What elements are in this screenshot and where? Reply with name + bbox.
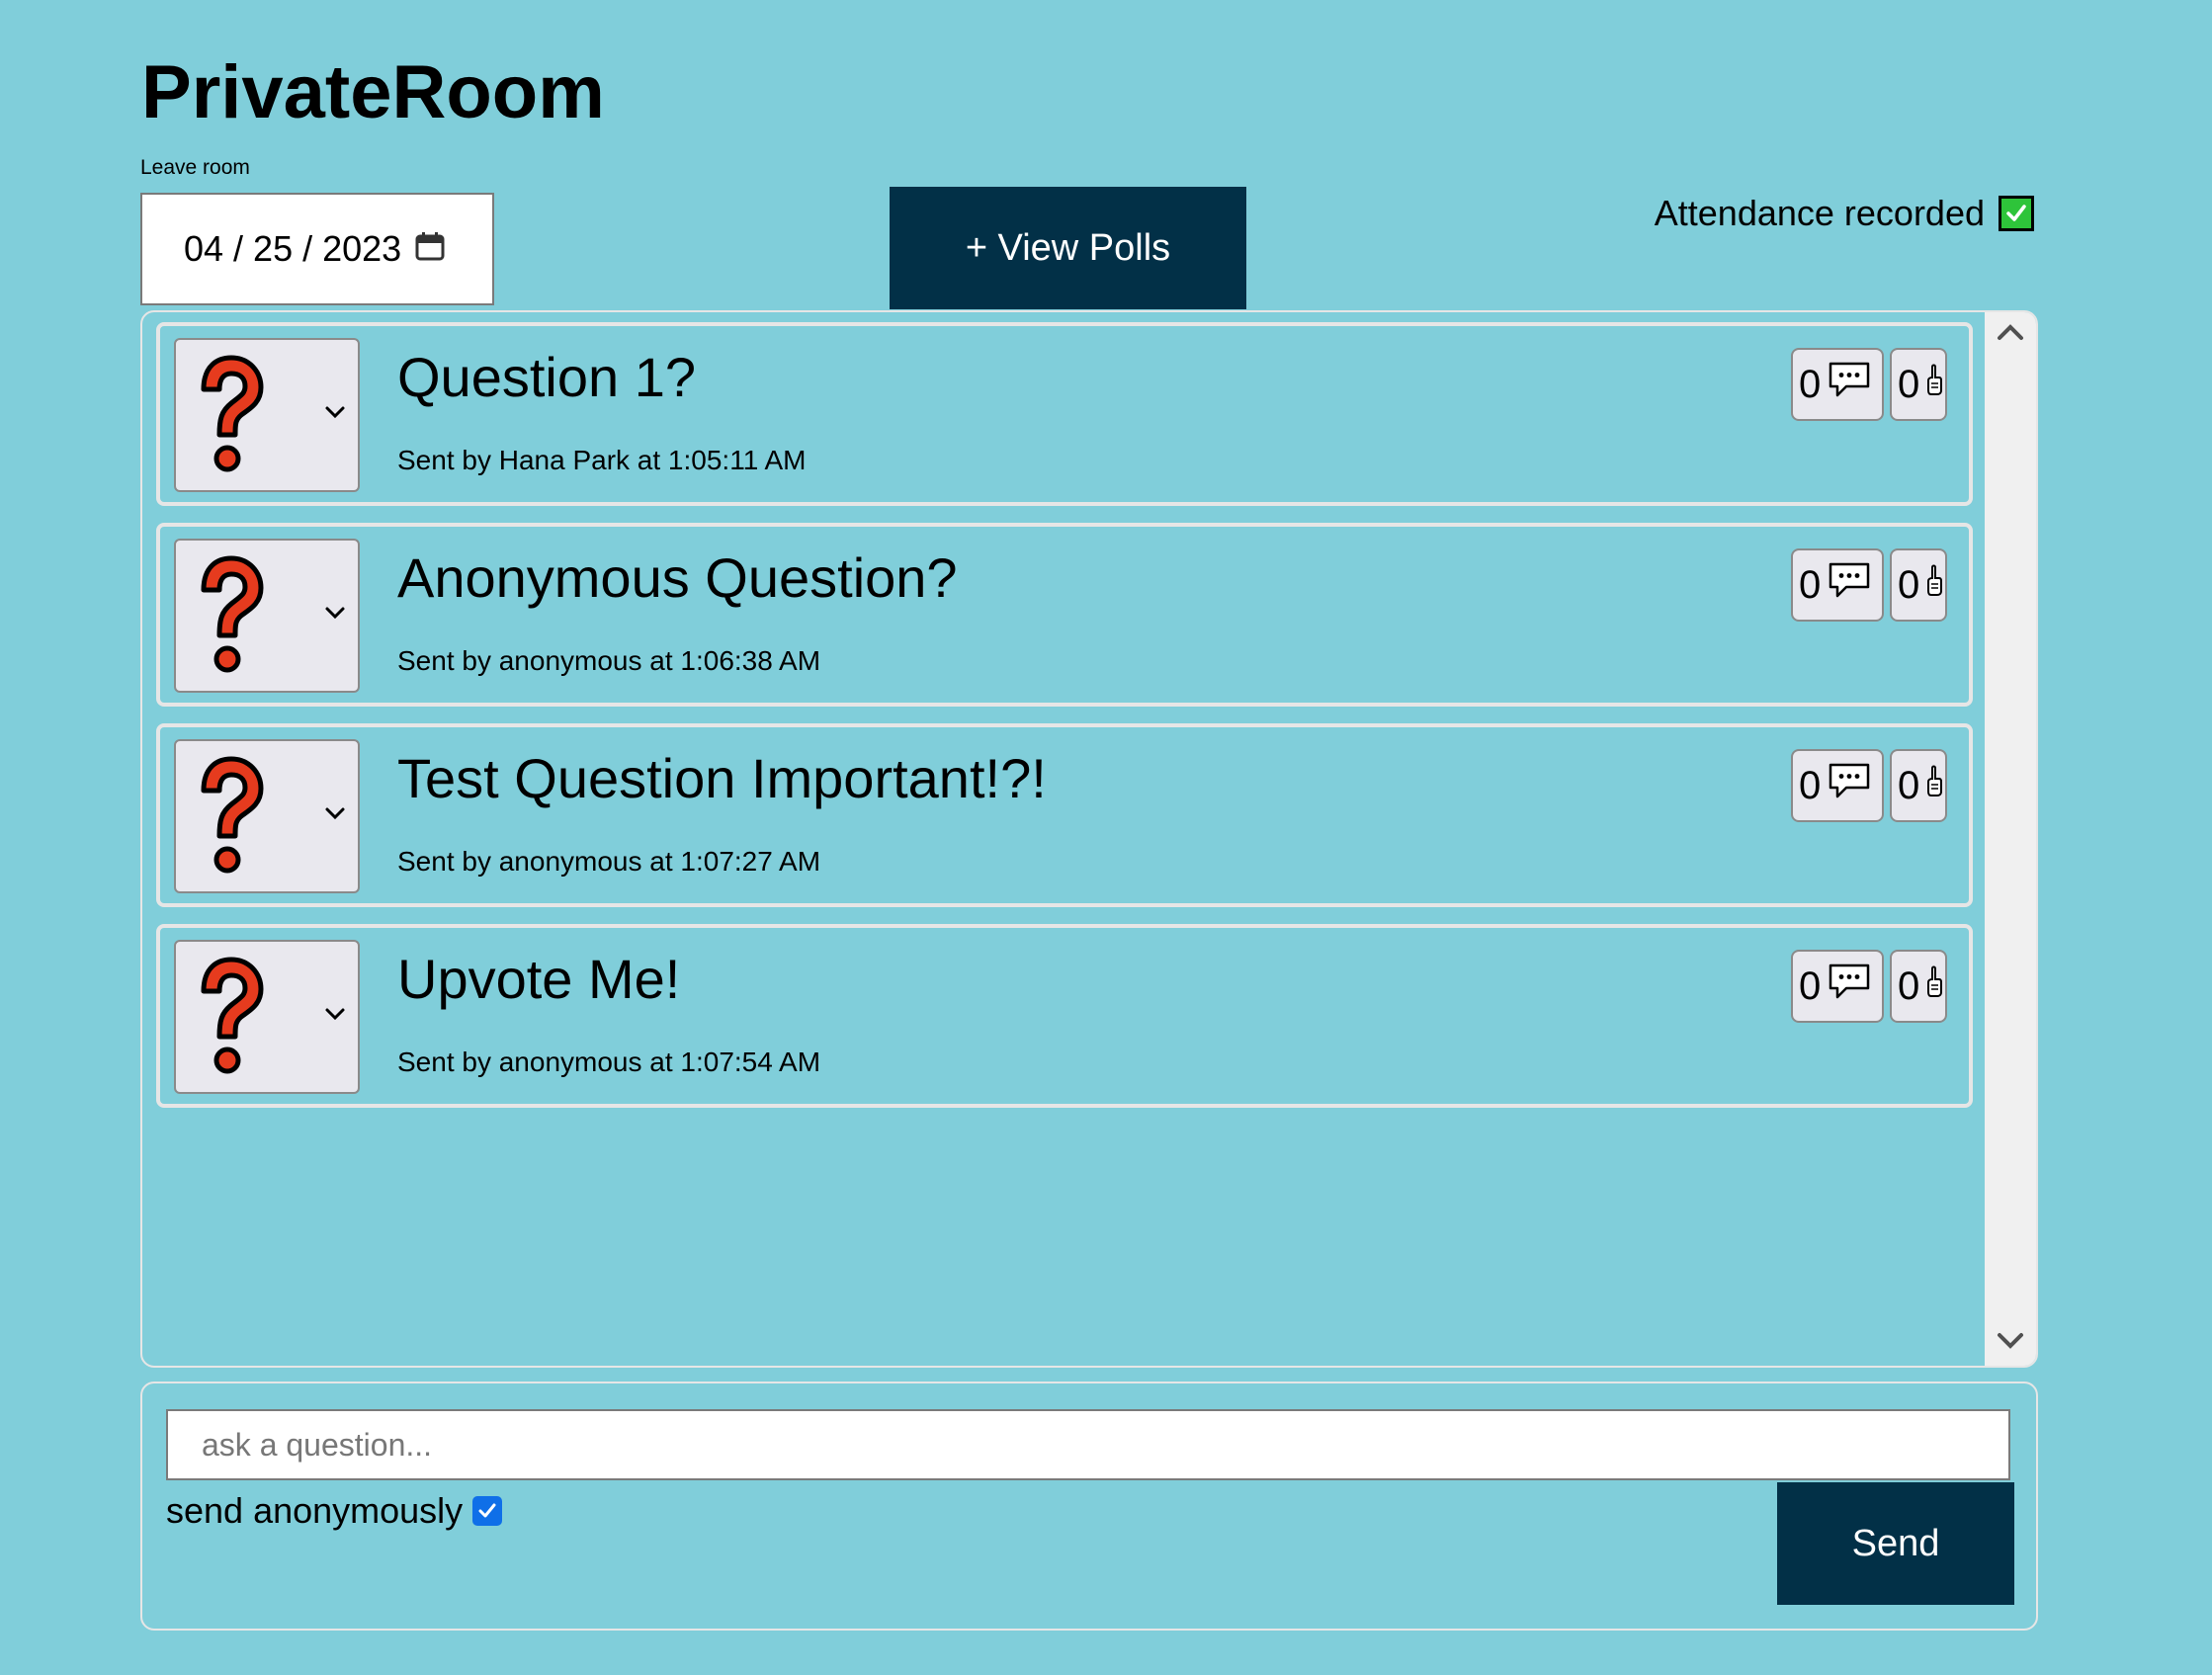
question-card[interactable]: Question 1? Sent by Hana Park at 1:05:11 …	[156, 322, 1973, 506]
question-sender: Sent by Hana Park at 1:05:11 AM	[397, 445, 807, 475]
chevron-down-icon[interactable]	[324, 606, 346, 625]
speech-bubble-icon	[1821, 560, 1872, 610]
comment-count: 0	[1799, 763, 1822, 807]
speech-bubble-icon	[1821, 360, 1872, 409]
anonymous-label: send anonymously	[166, 1490, 464, 1531]
attendance-status: Attendance recorded	[1655, 193, 2034, 234]
question-mark-icon	[190, 354, 269, 481]
comments-button[interactable]: 0	[1791, 950, 1884, 1023]
upvote-button[interactable]: 0	[1890, 548, 1947, 622]
upvote-count: 0	[1898, 362, 1920, 406]
comments-button[interactable]: 0	[1791, 749, 1884, 822]
question-title: Upvote Me!	[397, 948, 681, 1010]
question-title: Test Question Important!?!	[397, 747, 1047, 809]
attendance-check-icon	[1999, 196, 2034, 231]
question-mark-icon	[190, 554, 269, 682]
comments-button[interactable]: 0	[1791, 348, 1884, 421]
question-title: Anonymous Question?	[397, 546, 958, 609]
attendance-label: Attendance recorded	[1654, 193, 1985, 233]
chevron-down-icon[interactable]	[324, 405, 346, 424]
leave-room-link[interactable]: Leave room	[140, 156, 250, 180]
chevron-down-icon[interactable]	[324, 806, 346, 825]
question-type-dropdown[interactable]	[174, 539, 360, 693]
speech-bubble-icon	[1821, 962, 1872, 1011]
upvote-count: 0	[1898, 963, 1920, 1008]
upvote-count: 0	[1898, 562, 1920, 607]
question-sender: Sent by anonymous at 1:06:38 AM	[397, 645, 821, 676]
question-type-dropdown[interactable]	[174, 739, 360, 893]
upvote-button[interactable]: 0	[1890, 348, 1947, 421]
room-title: PrivateRoom	[141, 50, 605, 134]
date-picker[interactable]: 04 / 25 / 2023	[140, 193, 494, 305]
anonymous-checkbox[interactable]	[472, 1496, 503, 1526]
speech-bubble-icon	[1821, 761, 1872, 810]
chevron-down-icon[interactable]	[324, 1007, 346, 1026]
question-type-dropdown[interactable]	[174, 338, 360, 492]
questions-panel[interactable]: Question 1? Sent by Hana Park at 1:05:11 …	[140, 310, 2038, 1368]
compose-panel: send anonymously Send	[140, 1382, 2038, 1631]
question-title: Question 1?	[397, 346, 696, 408]
question-input[interactable]	[166, 1409, 2010, 1480]
comment-count: 0	[1799, 562, 1822, 607]
question-card[interactable]: Test Question Important!?! Sent by anonym…	[156, 723, 1973, 907]
hand-pointing-up-icon	[1919, 363, 1943, 407]
comment-count: 0	[1799, 362, 1822, 406]
view-polls-button[interactable]: + View Polls	[890, 187, 1246, 309]
send-button[interactable]: Send	[1777, 1482, 2014, 1605]
anonymous-option[interactable]: send anonymously	[166, 1490, 503, 1532]
question-type-dropdown[interactable]	[174, 940, 360, 1094]
upvote-button[interactable]: 0	[1890, 749, 1947, 822]
question-card[interactable]: Upvote Me! Sent by anonymous at 1:07:54 A…	[156, 924, 1973, 1108]
hand-pointing-up-icon	[1919, 563, 1943, 608]
scroll-up-icon[interactable]	[1997, 322, 2024, 347]
hand-pointing-up-icon	[1919, 964, 1943, 1009]
question-mark-icon	[190, 956, 269, 1083]
comments-button[interactable]: 0	[1791, 548, 1884, 622]
question-sender: Sent by anonymous at 1:07:54 AM	[397, 1047, 821, 1077]
hand-pointing-up-icon	[1919, 764, 1943, 808]
question-card[interactable]: Anonymous Question? Sent by anonymous at …	[156, 523, 1973, 707]
comment-count: 0	[1799, 963, 1822, 1008]
upvote-button[interactable]: 0	[1890, 950, 1947, 1023]
scrollbar[interactable]	[1985, 312, 2036, 1366]
question-mark-icon	[190, 755, 269, 882]
question-sender: Sent by anonymous at 1:07:27 AM	[397, 846, 821, 877]
date-value[interactable]: 04 / 25 / 2023	[184, 228, 401, 270]
calendar-icon[interactable]	[415, 228, 445, 270]
scroll-down-icon[interactable]	[1997, 1331, 2024, 1356]
upvote-count: 0	[1898, 763, 1920, 807]
